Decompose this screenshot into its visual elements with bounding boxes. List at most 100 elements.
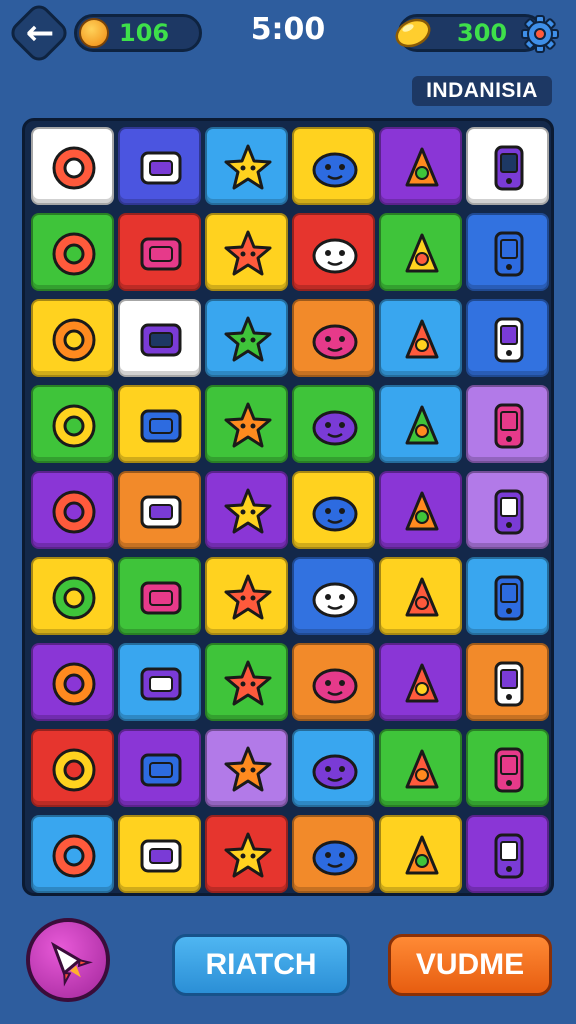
board-tile[interactable] bbox=[292, 299, 375, 377]
orange-leaf-icon bbox=[224, 746, 272, 792]
board-tile[interactable] bbox=[118, 213, 201, 291]
lightbulb-icon bbox=[224, 144, 272, 190]
sun-icon bbox=[224, 660, 272, 706]
paddle-icon bbox=[312, 840, 358, 876]
board-tile[interactable] bbox=[292, 385, 375, 463]
skateboard-icon bbox=[140, 667, 182, 701]
board-tile[interactable] bbox=[205, 385, 288, 463]
board-tile[interactable] bbox=[31, 213, 114, 291]
board-tile[interactable] bbox=[466, 557, 549, 635]
ring-icon bbox=[52, 318, 96, 362]
board-tile[interactable] bbox=[205, 557, 288, 635]
star-creature-icon bbox=[52, 748, 96, 792]
board-tile[interactable] bbox=[205, 299, 288, 377]
board-tile[interactable] bbox=[466, 643, 549, 721]
book-icon bbox=[494, 317, 524, 363]
target-ring-icon bbox=[405, 147, 439, 187]
board-tile[interactable] bbox=[292, 729, 375, 807]
board-tile[interactable] bbox=[31, 557, 114, 635]
board-tile[interactable] bbox=[118, 729, 201, 807]
board-tile[interactable] bbox=[292, 127, 375, 205]
phone-card-icon bbox=[494, 575, 524, 621]
board-tile[interactable] bbox=[118, 557, 201, 635]
board-tile[interactable] bbox=[379, 127, 462, 205]
timer: 5:00 bbox=[250, 12, 326, 47]
board-tile[interactable] bbox=[292, 213, 375, 291]
green-monster-icon bbox=[405, 749, 439, 789]
candy-icon bbox=[140, 753, 182, 787]
match-button[interactable]: RIATCH bbox=[172, 934, 350, 996]
truck-icon bbox=[140, 409, 182, 443]
board-tile[interactable] bbox=[466, 471, 549, 549]
arrow-left-icon[interactable]: ← bbox=[18, 12, 62, 54]
board-tile[interactable] bbox=[379, 557, 462, 635]
board-tile[interactable] bbox=[205, 729, 288, 807]
lemon-count: 300 bbox=[457, 19, 508, 47]
cog-icon bbox=[52, 490, 96, 534]
board-tile[interactable] bbox=[466, 127, 549, 205]
orange-bug-icon bbox=[224, 832, 272, 878]
board-tile[interactable] bbox=[118, 299, 201, 377]
board-tile[interactable] bbox=[205, 213, 288, 291]
board-tile[interactable] bbox=[292, 557, 375, 635]
board-tile[interactable] bbox=[31, 127, 114, 205]
board-tile[interactable] bbox=[466, 213, 549, 291]
country-label: INDANISIA bbox=[412, 76, 552, 106]
cat-face-icon bbox=[224, 402, 272, 448]
star-face-icon bbox=[312, 496, 358, 532]
board-tile[interactable] bbox=[379, 643, 462, 721]
rocket-button[interactable] bbox=[26, 918, 110, 1002]
board-tile[interactable] bbox=[118, 127, 201, 205]
board-tile[interactable] bbox=[205, 815, 288, 893]
bottle-icon bbox=[312, 582, 358, 618]
board-tile[interactable] bbox=[466, 299, 549, 377]
board-tile[interactable] bbox=[31, 299, 114, 377]
board-tile[interactable] bbox=[31, 471, 114, 549]
orange-fish-icon bbox=[405, 233, 439, 273]
board-tile[interactable] bbox=[379, 729, 462, 807]
fish-creature-icon bbox=[405, 405, 439, 445]
blue-crown-icon bbox=[312, 238, 358, 274]
board-tile[interactable] bbox=[31, 729, 114, 807]
board-tile[interactable] bbox=[118, 643, 201, 721]
letter-a-icon bbox=[494, 489, 524, 535]
board-tile[interactable] bbox=[292, 643, 375, 721]
swirl-icon bbox=[494, 231, 524, 277]
board-tile[interactable] bbox=[31, 815, 114, 893]
garuda-emblem-icon bbox=[52, 146, 96, 190]
board-tile[interactable] bbox=[205, 471, 288, 549]
pink-ring-icon bbox=[52, 834, 96, 878]
board-tile[interactable] bbox=[379, 471, 462, 549]
gear-icon[interactable] bbox=[520, 14, 560, 54]
monster-head-icon bbox=[140, 495, 182, 529]
bag-icon bbox=[52, 576, 96, 620]
board-tile[interactable] bbox=[466, 385, 549, 463]
tv-console-icon bbox=[140, 237, 182, 271]
monkey-face-icon bbox=[405, 319, 439, 359]
bus-icon bbox=[52, 232, 96, 276]
board-tile[interactable] bbox=[466, 815, 549, 893]
board-tile[interactable] bbox=[31, 643, 114, 721]
board-tile[interactable] bbox=[379, 815, 462, 893]
vote-button[interactable]: VUDME bbox=[388, 934, 552, 996]
blue-bird-icon bbox=[140, 839, 182, 873]
board-tile[interactable] bbox=[118, 815, 201, 893]
red-gem-icon bbox=[224, 574, 272, 620]
board-tile[interactable] bbox=[205, 643, 288, 721]
board-tile[interactable] bbox=[292, 815, 375, 893]
board-tile[interactable] bbox=[466, 729, 549, 807]
board-tile[interactable] bbox=[379, 385, 462, 463]
board-tile[interactable] bbox=[31, 385, 114, 463]
board-tile[interactable] bbox=[118, 385, 201, 463]
sun-face-icon bbox=[494, 403, 524, 449]
board-tile[interactable] bbox=[292, 471, 375, 549]
board-tile[interactable] bbox=[379, 299, 462, 377]
yellow-splash-icon bbox=[312, 754, 358, 790]
purple-blob-icon bbox=[494, 145, 524, 191]
device-icon bbox=[494, 747, 524, 793]
board-tile[interactable] bbox=[205, 127, 288, 205]
board-tile[interactable] bbox=[118, 471, 201, 549]
game-board bbox=[22, 118, 554, 896]
board-tile[interactable] bbox=[379, 213, 462, 291]
rocket-icon bbox=[50, 941, 93, 987]
